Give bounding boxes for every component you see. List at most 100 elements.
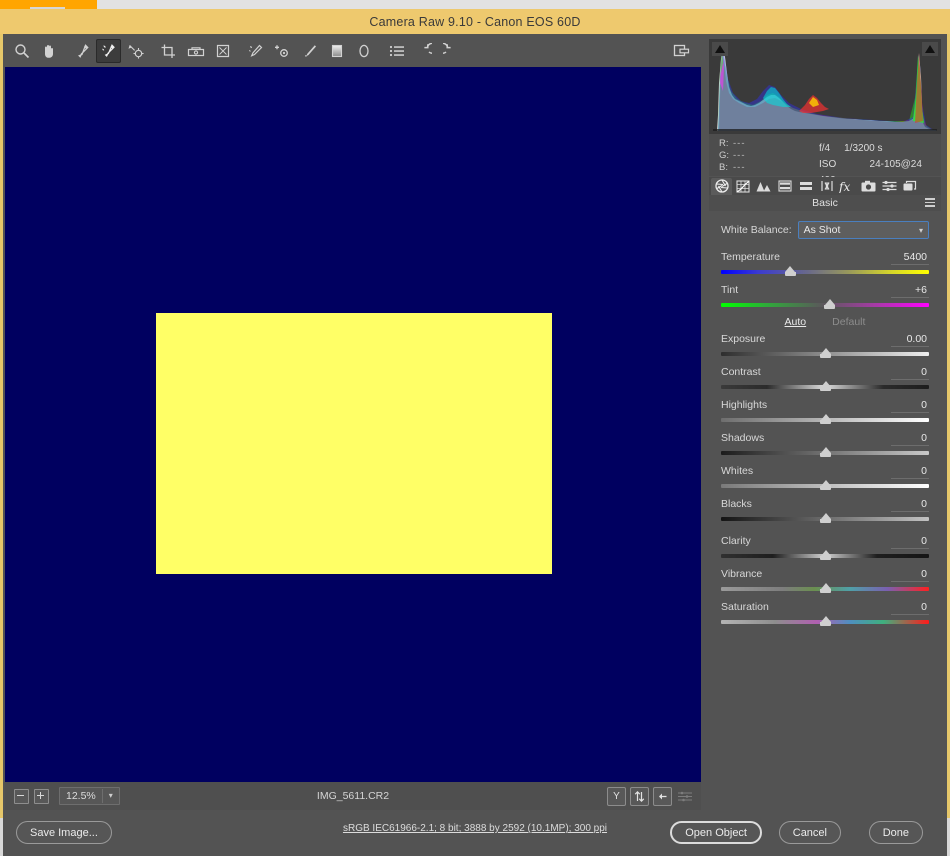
slider-value[interactable]: 0.00	[891, 332, 929, 347]
copy-settings-button[interactable]	[653, 786, 672, 806]
tab-tone-curve[interactable]	[732, 178, 753, 195]
white-balance-tool[interactable]	[69, 39, 94, 63]
slider-track[interactable]	[721, 554, 929, 560]
preview-toggle-button[interactable]: Y	[607, 786, 626, 806]
zoom-level-select[interactable]: 12.5% ▾	[59, 787, 120, 805]
slider-handle[interactable]	[820, 513, 831, 524]
zoom-tool[interactable]	[9, 39, 34, 63]
slider-value[interactable]: 0	[891, 365, 929, 380]
slider-track[interactable]	[721, 620, 929, 626]
radial-filter-tool[interactable]	[351, 39, 376, 63]
save-image-button[interactable]: Save Image...	[16, 821, 112, 844]
slider-highlights[interactable]: Highlights 0	[721, 398, 929, 424]
slider-handle[interactable]	[820, 616, 831, 627]
slider-handle[interactable]	[820, 348, 831, 359]
targeted-adjustment-tool[interactable]	[123, 39, 148, 63]
auto-link[interactable]: Auto	[785, 316, 807, 328]
slider-value[interactable]: 0	[891, 534, 929, 549]
swap-before-after-button[interactable]	[630, 786, 649, 806]
slider-clarity[interactable]: Clarity 0	[721, 534, 929, 560]
filmstrip-preferences-icon[interactable]	[676, 788, 693, 805]
r-label: R:	[719, 138, 729, 149]
hand-tool[interactable]	[36, 39, 61, 63]
slider-track[interactable]	[721, 484, 929, 490]
tab-split-toning[interactable]	[795, 178, 816, 195]
slider-temperature[interactable]: Temperature 5400	[721, 250, 929, 276]
slider-whites[interactable]: Whites 0	[721, 464, 929, 490]
slider-track[interactable]	[721, 418, 929, 424]
panel-title-label: Basic	[812, 197, 838, 209]
tab-hsl-grayscale[interactable]	[774, 178, 795, 195]
slider-value[interactable]: 0	[891, 464, 929, 479]
open-object-button[interactable]: Open Object	[670, 821, 762, 844]
white-balance-row: White Balance: As Shot ▾	[721, 221, 929, 239]
histogram[interactable]	[709, 39, 941, 134]
histogram-readout: R:--- G:--- B:--- f/41/3200 s ISO 40024-…	[709, 134, 941, 186]
slider-track[interactable]	[721, 587, 929, 593]
slider-saturation[interactable]: Saturation 0	[721, 600, 929, 626]
image-preview-canvas[interactable]	[5, 67, 701, 782]
slider-handle[interactable]	[784, 266, 796, 277]
slider-track[interactable]	[721, 303, 929, 309]
slider-contrast[interactable]: Contrast 0	[721, 365, 929, 391]
straighten-tool[interactable]	[183, 39, 208, 63]
adjustment-brush-tool[interactable]	[297, 39, 322, 63]
panel-menu-icon[interactable]	[925, 198, 935, 209]
tab-presets[interactable]	[879, 178, 900, 195]
slider-handle[interactable]	[820, 583, 831, 594]
tab-camera-calibration[interactable]	[858, 178, 879, 195]
highlight-clipping-indicator[interactable]	[922, 42, 938, 56]
slider-value[interactable]: 0	[891, 600, 929, 615]
slider-track[interactable]	[721, 352, 929, 358]
slider-handle[interactable]	[820, 447, 831, 458]
slider-handle[interactable]	[820, 480, 831, 491]
slider-value[interactable]: 0	[891, 567, 929, 582]
slider-track[interactable]	[721, 451, 929, 457]
rotate-left-tool[interactable]	[411, 39, 436, 63]
slider-value[interactable]: 0	[891, 398, 929, 413]
zoom-out-button[interactable]	[14, 788, 29, 804]
window-title: Camera Raw 9.10 - Canon EOS 60D	[369, 14, 581, 29]
slider-shadows[interactable]: Shadows 0	[721, 431, 929, 457]
fullscreen-toggle-icon[interactable]	[669, 39, 694, 63]
done-button[interactable]: Done	[868, 821, 923, 844]
tab-snapshots[interactable]	[900, 178, 921, 195]
tab-lens-corrections[interactable]	[816, 178, 837, 195]
zoom-in-button[interactable]	[34, 788, 49, 804]
slider-handle[interactable]	[820, 381, 831, 392]
cancel-button[interactable]: Cancel	[778, 821, 841, 844]
color-sampler-tool[interactable]	[96, 38, 121, 63]
slider-blacks[interactable]: Blacks 0	[721, 497, 929, 523]
tab-effects[interactable]: fx	[837, 178, 858, 195]
slider-tint[interactable]: Tint +6	[721, 283, 929, 309]
slider-handle[interactable]	[820, 550, 831, 561]
slider-track[interactable]	[721, 517, 929, 523]
preview-image[interactable]	[156, 313, 552, 574]
transform-tool[interactable]	[210, 39, 235, 63]
desktop-background-strip	[0, 0, 950, 9]
tab-basic[interactable]	[711, 177, 732, 195]
white-balance-select[interactable]: As Shot ▾	[797, 221, 929, 239]
slider-vibrance[interactable]: Vibrance 0	[721, 567, 929, 593]
spot-removal-tool[interactable]	[243, 39, 268, 63]
shadow-clipping-indicator[interactable]	[712, 42, 728, 56]
slider-value[interactable]: +6	[891, 283, 929, 298]
slider-track[interactable]	[721, 385, 929, 391]
slider-value[interactable]: 0	[891, 497, 929, 512]
slider-value[interactable]: 5400	[891, 250, 929, 265]
tool-strip	[3, 34, 703, 67]
crop-tool[interactable]	[156, 39, 181, 63]
dialog-bottom-bar: Save Image... sRGB IEC61966-2.1; 8 bit; …	[3, 810, 947, 856]
g-label: G:	[719, 150, 730, 161]
preferences-tool[interactable]	[384, 39, 409, 63]
slider-handle[interactable]	[820, 414, 831, 425]
slider-track[interactable]	[721, 270, 929, 276]
slider-exposure[interactable]: Exposure 0.00	[721, 332, 929, 358]
slider-value[interactable]: 0	[891, 431, 929, 446]
slider-handle[interactable]	[824, 299, 836, 310]
tab-detail[interactable]	[753, 178, 774, 195]
red-eye-removal-tool[interactable]	[270, 39, 295, 63]
graduated-filter-tool[interactable]	[324, 39, 349, 63]
default-link[interactable]: Default	[832, 316, 865, 328]
rotate-right-tool[interactable]	[438, 39, 463, 63]
